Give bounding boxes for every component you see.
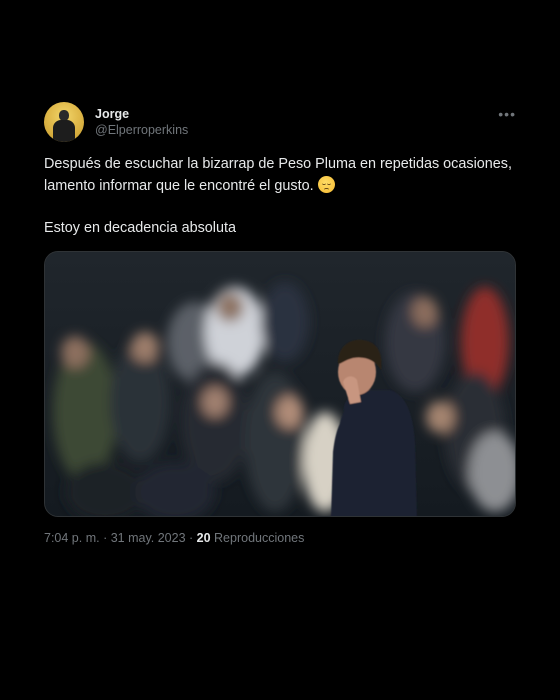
meta-separator: · [99, 531, 111, 545]
user-handle[interactable]: @Elperroperkins [95, 122, 188, 138]
tweet-text-line-2: lamento informar que le encontré el gust… [44, 175, 534, 197]
display-name[interactable]: Jorge [95, 106, 188, 122]
views-count: 20 [196, 531, 211, 545]
author-info: Jorge @Elperroperkins [95, 106, 188, 138]
tweet-text: Después de escuchar la bizarrap de Peso … [44, 153, 534, 239]
avatar[interactable] [44, 102, 84, 142]
tweet-meta: 7:04 p. m. · 31 may. 2023 · 20 Reproducc… [44, 531, 518, 545]
views-label: Reproducciones [214, 531, 305, 545]
relieved-face-emoji-icon [317, 176, 335, 193]
tweet-text-line-3: Estoy en decadencia absoluta [44, 220, 237, 236]
tweet-text-line-1: Después de escuchar la bizarrap de Peso … [44, 156, 512, 172]
tweet-header: Jorge @Elperroperkins ••• [44, 100, 518, 144]
more-options-icon[interactable]: ••• [498, 106, 516, 122]
tweet-photo[interactable] [44, 251, 516, 517]
tweet-text-line-2-text: lamento informar que le encontré el gust… [44, 178, 314, 194]
tweet-time[interactable]: 7:04 p. m. [44, 531, 100, 545]
photo-image [45, 252, 515, 516]
tweet-date[interactable]: 31 may. 2023 [111, 531, 186, 545]
meta-separator: · [185, 531, 197, 545]
tweet-card: Jorge @Elperroperkins ••• Después de esc… [44, 100, 518, 545]
